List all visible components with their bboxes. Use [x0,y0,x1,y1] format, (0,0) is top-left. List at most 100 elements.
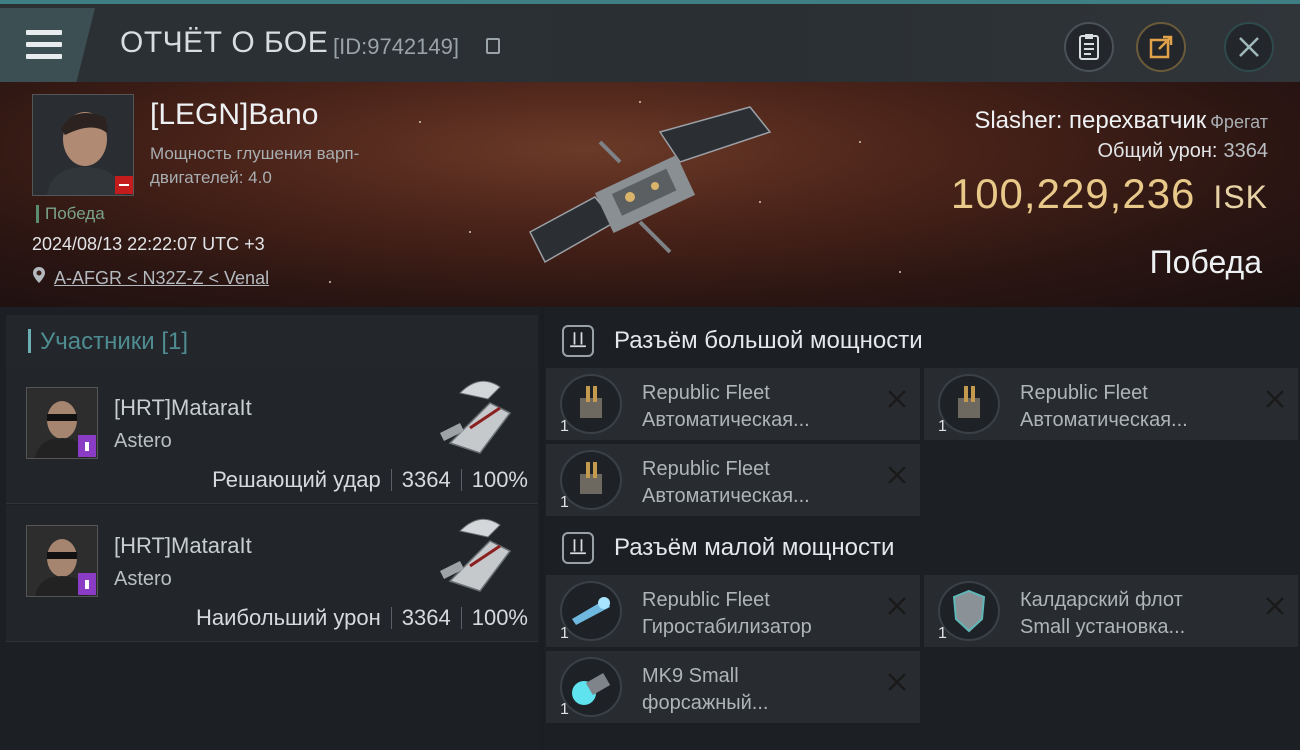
destroyed-x-icon [1266,390,1284,408]
module-name-line1: Republic Fleet [1020,382,1148,404]
victim-ship[interactable]: Slasher: перехватчик Фрегат [974,107,1268,135]
module-name: Калдарский флот Small установка... [1020,587,1260,641]
module-item[interactable]: 1 Republic Fleet Автоматическая... [924,368,1298,440]
destroyed-x-icon [888,466,906,484]
module-name-line1: Republic Fleet [642,589,770,611]
high-slot-header: Разъём большой мощности [544,315,1300,367]
module-name: MK9 Small форсажный... [642,663,882,717]
autocannon-icon [560,374,622,434]
participant-damage: 3364 [401,605,451,630]
participant-name[interactable]: [HRT]MataraIt [114,533,252,559]
victim-name[interactable]: [LEGN]Bano [150,98,318,132]
module-qty: 1 [560,625,569,642]
corp-badge [78,573,96,595]
afterburner-icon [560,657,622,717]
participant-row[interactable]: [HRT]MataraIt Astero Решающий удар 3364 … [6,367,538,504]
module-qty: 1 [560,418,569,435]
top-bar: ОТЧЁТ О БОЕ [ID:9742149] [0,0,1300,84]
corp-badge [78,435,96,457]
module-item[interactable]: 1 Republic Fleet Гиростабилизатор [546,575,920,647]
participant-role: Наибольший урон [195,605,381,630]
close-button[interactable] [1224,22,1274,72]
module-name: Republic Fleet Автоматическая... [642,456,882,510]
participant-percent: 100% [471,605,528,630]
result-tag: Победа [36,205,105,223]
damage-label: Общий урон: [1097,140,1218,162]
module-name-line2: Гиростабилизатор [642,616,812,638]
isk-amount: 100,229,236 [950,170,1196,217]
module-name-line2: Автоматическая... [642,485,810,507]
module-qty: 1 [560,494,569,511]
module-item[interactable]: 1 Republic Fleet Автоматическая... [546,444,920,516]
participant-percent: 100% [471,467,528,492]
destroyed-x-icon [888,597,906,615]
divider [390,607,392,629]
destroyed-x-icon [888,673,906,691]
copy-icon[interactable] [486,38,500,54]
participants-header[interactable]: Участники [1] [6,315,538,367]
low-slot-header: Разъём малой мощности [544,522,1300,574]
total-damage: Общий урон: 3364 [1098,140,1269,163]
fitting-panel: Разъём большой мощности 1 Republic Fleet… [544,307,1300,750]
destroyed-x-icon [1266,597,1284,615]
kill-summary: [LEGN]Bano Мощность глушения варп-двигат… [0,82,1300,307]
module-item[interactable]: 1 MK9 Small форсажный... [546,651,920,723]
standing-badge [115,176,133,194]
low-slot-title: Разъём малой мощности [614,534,895,561]
warp-scramble-strength: Мощность глушения варп-двигателей: 4.0 [150,144,360,187]
module-item[interactable]: 1 Калдарский флот Small установка... [924,575,1298,647]
ship-name-text: Slasher: перехватчик [974,107,1207,134]
participant-name[interactable]: [HRT]MataraIt [114,395,252,421]
destroyed-x-icon [888,390,906,408]
module-name-line1: Republic Fleet [642,382,770,404]
module-name-line1: Republic Fleet [642,458,770,480]
participant-stats: Решающий удар 3364 100% [212,467,528,493]
participants-title: Участники [1] [40,328,189,355]
shield-icon [938,581,1000,641]
clipboard-icon [1079,34,1099,60]
location-pin-icon [33,267,45,283]
page-title: ОТЧЁТ О БОЕ [120,26,329,59]
module-name-line2: Автоматическая... [642,409,810,431]
hamburger-icon [26,30,62,60]
module-name-line2: Автоматическая... [1020,409,1188,431]
share-icon [1149,35,1173,59]
menu-button[interactable] [0,8,95,84]
participant-ship-image [440,518,512,592]
isk-unit: ISK [1213,179,1268,215]
participant-role: Решающий удар [212,467,381,492]
participant-ship: Astero [114,568,172,590]
report-id: [ID:9742149] [333,34,459,59]
clipboard-button[interactable] [1064,22,1114,72]
header-accent [28,329,31,353]
module-item[interactable]: 1 Republic Fleet Автоматическая... [546,368,920,440]
participant-ship-image [440,380,512,454]
share-button[interactable] [1136,22,1186,72]
module-name-line1: MK9 Small [642,665,739,687]
isk-value: 100,229,236 ISK [951,170,1268,218]
ship-image [529,106,772,264]
close-icon [1239,37,1259,57]
participant-row[interactable]: [HRT]MataraIt Astero Наибольший урон 336… [6,505,538,642]
module-name-line1: Калдарский флот [1020,589,1183,611]
module-name: Republic Fleet Гиростабилизатор [642,587,882,641]
high-slot-icon [562,325,594,357]
divider [390,469,392,491]
module-name-line2: форсажный... [642,692,769,714]
result-label: Победа [1149,244,1262,280]
autocannon-icon [560,450,622,510]
low-slot-icon [562,532,594,564]
location-link[interactable]: A-AFGR < N32Z-Z < Venal [54,268,269,289]
divider [460,607,462,629]
module-name: Republic Fleet Автоматическая... [642,380,882,434]
module-name: Republic Fleet Автоматическая... [1020,380,1260,434]
module-qty: 1 [560,701,569,718]
participants-panel: Участники [1] [HRT]MataraIt Astero Решаю… [0,307,540,750]
divider [460,469,462,491]
participant-stats: Наибольший урон 3364 100% [196,605,528,631]
kill-datetime: 2024/08/13 22:22:07 UTC +3 [32,234,265,254]
damage-value: 3364 [1223,140,1269,162]
participant-ship: Astero [114,430,172,452]
participant-damage: 3364 [401,467,451,492]
module-name-line2: Small установка... [1020,616,1186,638]
